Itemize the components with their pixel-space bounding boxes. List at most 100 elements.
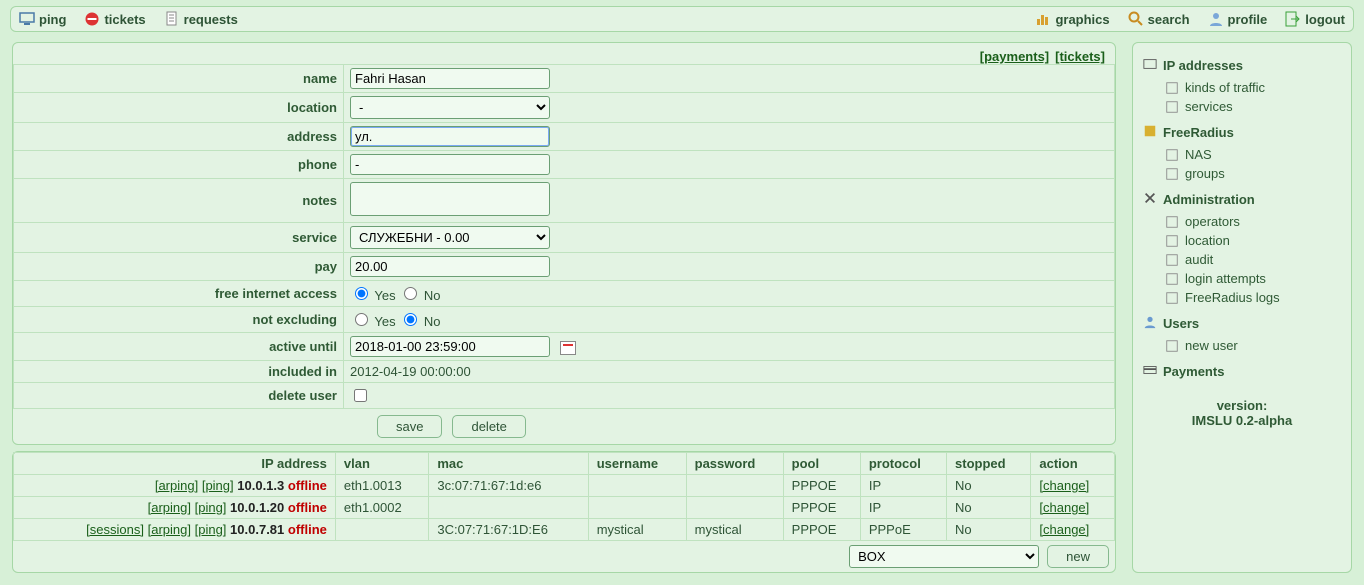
nav-label: logout [1305,12,1345,27]
service-select[interactable]: СЛУЖЕБНИ - 0.00 [350,226,550,249]
sidebar-item[interactable]: login attempts [1165,269,1341,288]
change-link[interactable]: [change] [1039,522,1089,537]
sidebar-item[interactable]: audit [1165,250,1341,269]
sidebar-section-head[interactable]: Payments [1143,363,1341,380]
pay-input[interactable] [350,256,550,277]
box-select[interactable]: BOX [849,545,1039,568]
name-input[interactable] [350,68,550,89]
location-select[interactable]: - [350,96,550,119]
sidebar-section-head[interactable]: IP addresses [1143,57,1341,74]
col-ip: IP address [14,453,336,475]
status-offline: offline [288,500,327,515]
version-label: version: [1143,398,1341,413]
sidebar-item[interactable]: groups [1165,164,1341,183]
item-icon [1165,215,1179,229]
nav-search[interactable]: search [1128,11,1190,27]
section-icon [1143,191,1157,208]
cell-mac: 3c:07:71:67:1d:e6 [429,475,588,497]
address-input[interactable] [350,126,550,147]
sidebar-item-label: services [1185,99,1233,114]
arping-link[interactable]: [arping] [148,500,191,515]
col-pool: pool [783,453,860,475]
cell-password: mystical [686,519,783,541]
phone-input[interactable] [350,154,550,175]
delete-button[interactable]: delete [452,415,525,438]
nav-requests[interactable]: requests [164,11,238,27]
cell-username [588,497,686,519]
cell-vlan: eth1.0013 [335,475,428,497]
sidebar-item-label: location [1185,233,1230,248]
cell-pool: PPPOE [783,475,860,497]
item-icon [1165,81,1179,95]
change-link[interactable]: [change] [1039,500,1089,515]
nav-profile[interactable]: profile [1208,11,1268,27]
notes-input[interactable] [350,182,550,216]
ping-link[interactable]: [ping] [195,522,227,537]
notes-label: notes [14,179,344,223]
sidebar: IP addresses kinds of traffic services Free… [1132,42,1352,573]
user-icon [1208,11,1224,27]
notexcl-no-radio[interactable] [404,313,417,326]
cell-password [686,475,783,497]
nav-label: requests [184,12,238,27]
ping-link[interactable]: [ping] [202,478,234,493]
arping-link[interactable]: [arping] [155,478,198,493]
form-buttons: save delete [13,409,1115,444]
section-title: FreeRadius [1163,125,1234,140]
col-mac: mac [429,453,588,475]
topbar-left: ping tickets requests [19,11,238,27]
nav-ping[interactable]: ping [19,11,66,27]
col-action: action [1031,453,1115,475]
section-icon [1143,57,1157,74]
section-icon [1143,124,1157,141]
delete-user-checkbox[interactable] [354,389,367,402]
notexcl-yes-radio[interactable] [355,313,368,326]
sidebar-section-head[interactable]: Administration [1143,191,1341,208]
nav-graphics[interactable]: graphics [1035,11,1109,27]
sidebar-item[interactable]: NAS [1165,145,1341,164]
link-tickets[interactable]: [tickets] [1055,49,1105,64]
change-link[interactable]: [change] [1039,478,1089,493]
nav-tickets[interactable]: tickets [84,11,145,27]
cell-vlan: eth1.0002 [335,497,428,519]
arping-link[interactable]: [arping] [148,522,191,537]
ip-value: 10.0.1.3 [237,478,284,493]
ping-link[interactable]: [ping] [195,500,227,515]
notexcl-label: not excluding [14,307,344,333]
sidebar-item-label: FreeRadius logs [1185,290,1280,305]
cell-protocol: PPPoE [860,519,946,541]
ip-table: IP address vlan mac username password po… [13,452,1115,541]
exit-icon [1285,11,1301,27]
calendar-icon[interactable] [560,341,576,355]
status-offline: offline [288,522,327,537]
free-yes-radio[interactable] [355,287,368,300]
ip-table-panel: IP address vlan mac username password po… [12,451,1116,573]
user-form-panel: [payments] [tickets] name location - add… [12,42,1116,445]
user-form-table: name location - address phone notes [13,64,1115,409]
sidebar-item[interactable]: FreeRadius logs [1165,288,1341,307]
cell-username: mystical [588,519,686,541]
location-label: location [14,93,344,123]
topbar: ping tickets requests graphics search pr… [10,6,1354,32]
item-icon [1165,234,1179,248]
active-until-input[interactable] [350,336,550,357]
sessions-link[interactable]: [sessions] [86,522,144,537]
table-row: [arping] [ping] 10.0.1.20 offlineeth1.00… [14,497,1115,519]
sidebar-item[interactable]: new user [1165,336,1341,355]
sidebar-item[interactable]: location [1165,231,1341,250]
new-button[interactable]: new [1047,545,1109,568]
chart-icon [1035,11,1051,27]
nav-label: profile [1228,12,1268,27]
search-icon [1128,11,1144,27]
sidebar-section-head[interactable]: FreeRadius [1143,124,1341,141]
free-no-radio[interactable] [404,287,417,300]
save-button[interactable]: save [377,415,442,438]
cell-password [686,497,783,519]
sidebar-item[interactable]: operators [1165,212,1341,231]
link-payments[interactable]: [payments] [980,49,1049,64]
sidebar-section-head[interactable]: Users [1143,315,1341,332]
nav-logout[interactable]: logout [1285,11,1345,27]
table-row: [sessions] [arping] [ping] 10.0.7.81 off… [14,519,1115,541]
sidebar-item[interactable]: kinds of traffic [1165,78,1341,97]
sidebar-item[interactable]: services [1165,97,1341,116]
